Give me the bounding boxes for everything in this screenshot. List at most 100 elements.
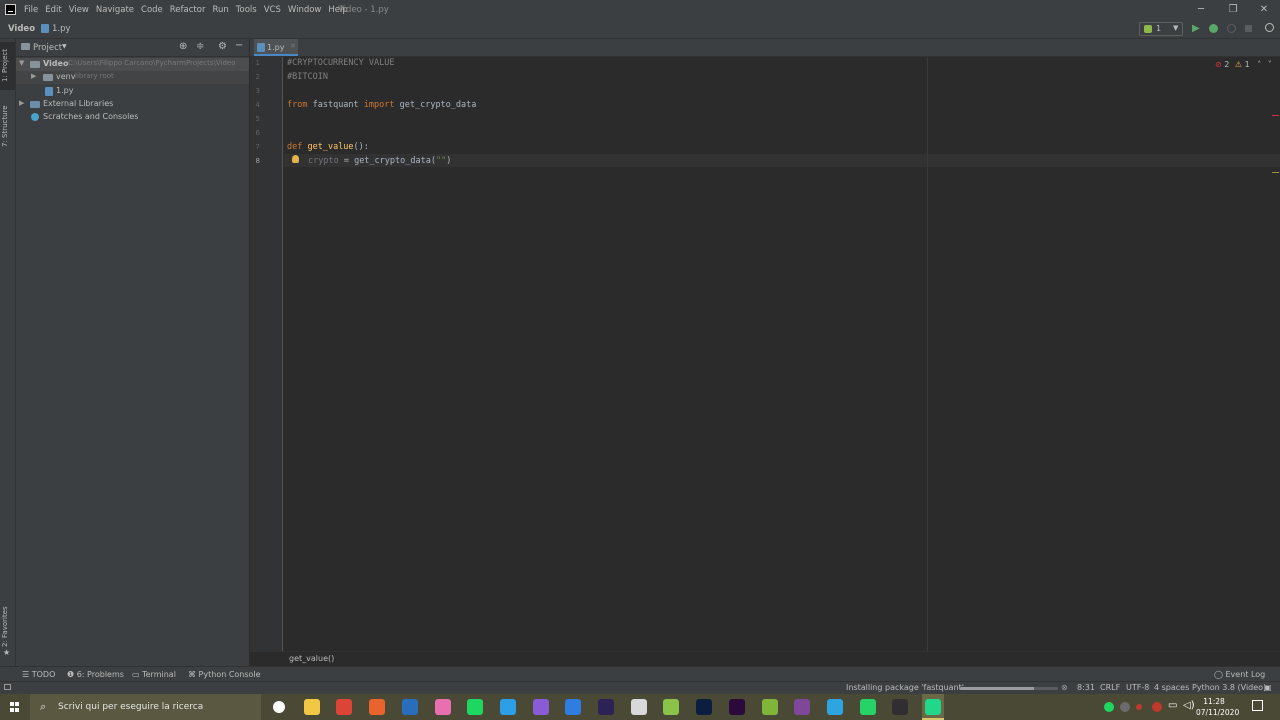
app-x-icon[interactable] [762, 699, 778, 715]
favorites-tool-tab[interactable]: 2: Favorites ★ [0, 604, 15, 658]
structure-tool-label: 7: Structure [1, 105, 9, 147]
indentation[interactable]: 4 spaces [1154, 683, 1189, 692]
cancel-task-icon[interactable]: ⊗ [1061, 683, 1068, 692]
run-icon[interactable]: ▶ [1192, 23, 1200, 34]
chevron-right-icon[interactable]: ▶ [31, 72, 36, 80]
notepad-plus-icon[interactable] [663, 699, 679, 715]
problems-tool-button[interactable]: ❶ 6: Problems [67, 670, 124, 679]
menu-edit[interactable]: Edit [45, 5, 61, 15]
background-task-label[interactable]: Installing package 'fastquant'... [846, 683, 972, 692]
nav-file[interactable]: 1.py [52, 24, 71, 34]
lightbulb-icon[interactable] [292, 155, 299, 163]
hide-panel-icon[interactable]: − [235, 40, 243, 51]
close-tab-icon[interactable]: ✕ [290, 42, 296, 50]
tab-label: 1.py [267, 43, 285, 52]
chevron-down-icon[interactable]: ˅ [1268, 60, 1272, 69]
chevron-down-icon[interactable]: ▼ [19, 59, 24, 67]
git-client-icon[interactable] [369, 699, 385, 715]
nav-project[interactable]: Video [8, 24, 35, 34]
chevron-down-icon[interactable]: ▼ [62, 43, 67, 50]
close-button[interactable]: ✕ [1257, 3, 1271, 17]
tray-app-icon[interactable] [1120, 702, 1130, 712]
spotify-tray-icon[interactable] [1104, 702, 1114, 712]
visual-studio-icon[interactable] [533, 699, 549, 715]
line-separator[interactable]: CRLF [1100, 683, 1120, 692]
virtualbox-icon[interactable] [402, 699, 418, 715]
run-config-selector[interactable]: 1 ▼ [1139, 22, 1183, 36]
event-log-tool-button[interactable]: ◯ Event Log [1214, 670, 1265, 679]
menu-vcs[interactable]: VCS [264, 5, 281, 15]
menu-view[interactable]: View [69, 5, 89, 15]
file-explorer-icon[interactable] [304, 699, 320, 715]
inspection-widget[interactable]: ⊘ 2 ⚠ 1 ˄ ˅ [1215, 60, 1272, 72]
chevron-up-icon[interactable]: ˄ [1257, 60, 1261, 69]
coverage-icon[interactable] [1227, 24, 1236, 33]
taskbar-clock[interactable]: 11:28 07/11/2020 [1196, 696, 1239, 718]
restore-button[interactable]: ❐ [1226, 3, 1240, 17]
menu-window[interactable]: Window [288, 5, 322, 15]
tree-item-video[interactable]: ▼ Video C:\Users\Filippo Carcano\Pycharm… [16, 58, 249, 71]
tree-item-venv[interactable]: ▶ venv library root [16, 71, 249, 84]
settings-icon[interactable] [273, 701, 285, 713]
terminal-tool-button[interactable]: ▭ Terminal [132, 670, 176, 679]
warning-stripe-marker[interactable] [1272, 172, 1279, 173]
taskbar-search[interactable]: ⌕ Scrivi qui per eseguire la ricerca [30, 694, 261, 720]
toggle-tool-windows-icon[interactable] [4, 684, 11, 690]
network-icon[interactable]: ▭ [1168, 700, 1177, 711]
cube-app-icon[interactable] [631, 699, 647, 715]
obs-icon[interactable] [892, 699, 908, 715]
tor-browser-icon[interactable] [794, 699, 810, 715]
chevron-right-icon[interactable]: ▶ [19, 99, 24, 107]
tree-item-scratches[interactable]: Scratches and Consoles [16, 111, 249, 124]
python-console-tool-button[interactable]: ⌘ Python Console [188, 670, 261, 679]
start-button[interactable] [0, 694, 30, 720]
stop-icon[interactable] [1245, 25, 1252, 32]
itunes-icon[interactable] [435, 699, 451, 715]
lock-icon[interactable]: ▣ [1264, 683, 1272, 692]
menu-navigate[interactable]: Navigate [96, 5, 134, 15]
code-editor[interactable]: 1 2 3 4 5 6 7 8 #CRYPTOCURRENCY VALUE #B… [250, 57, 1280, 651]
tree-item-external-libraries[interactable]: ▶ External Libraries [16, 98, 249, 111]
telegram-icon[interactable] [827, 699, 843, 715]
problems-icon: ❶ [67, 670, 77, 679]
volume-icon[interactable]: ◁) [1183, 700, 1195, 711]
tab-1py[interactable]: 1.py ✕ [254, 39, 298, 56]
background-task-progress [960, 687, 1058, 690]
menu-tools[interactable]: Tools [236, 5, 257, 15]
file-encoding[interactable]: UTF-8 [1126, 683, 1149, 692]
spotify-icon[interactable] [467, 699, 483, 715]
structure-tool-tab[interactable]: 7: Structure [0, 101, 15, 151]
project-tool-tab[interactable]: 1: Project [0, 42, 15, 90]
wordpad-icon[interactable] [565, 699, 581, 715]
pycharm-icon[interactable] [925, 699, 941, 715]
error-stripe-marker[interactable] [1272, 115, 1279, 116]
vscode-icon[interactable] [500, 699, 516, 715]
locate-file-icon[interactable]: ⊕ [179, 41, 187, 52]
search-icon[interactable] [1265, 23, 1274, 32]
python-interpreter[interactable]: Python 3.8 (Video) [1192, 683, 1266, 692]
menu-refactor[interactable]: Refactor [170, 5, 206, 15]
notifications-icon[interactable] [1252, 700, 1263, 711]
breadcrumb-function[interactable]: get_value() [289, 654, 334, 663]
record-tray-icon[interactable] [1136, 704, 1142, 710]
whatsapp-icon[interactable] [860, 699, 876, 715]
menu-file[interactable]: File [24, 5, 38, 15]
project-panel-title[interactable]: Project [33, 43, 62, 53]
collapse-all-icon[interactable]: ≑ [196, 41, 204, 52]
chrome-icon[interactable] [336, 699, 352, 715]
premiere-icon[interactable] [729, 699, 745, 715]
menu-code[interactable]: Code [141, 5, 163, 15]
tray-alert-icon[interactable] [1152, 702, 1162, 712]
menu-run[interactable]: Run [212, 5, 228, 15]
todo-tool-button[interactable]: ☰ TODO [22, 670, 55, 679]
python-file-icon [257, 43, 265, 52]
menu-bar: File Edit View Navigate Code Refactor Ru… [0, 0, 1280, 20]
eclipse-icon[interactable] [598, 699, 614, 715]
minimize-button[interactable]: ─ [1194, 3, 1208, 17]
photoshop-icon[interactable] [696, 699, 712, 715]
gear-icon[interactable]: ⚙ [218, 41, 227, 52]
caret-position[interactable]: 8:31 [1077, 683, 1095, 692]
project-view-icon [21, 43, 30, 50]
debug-icon[interactable] [1209, 24, 1218, 33]
tree-item-file[interactable]: 1.py [16, 85, 249, 98]
